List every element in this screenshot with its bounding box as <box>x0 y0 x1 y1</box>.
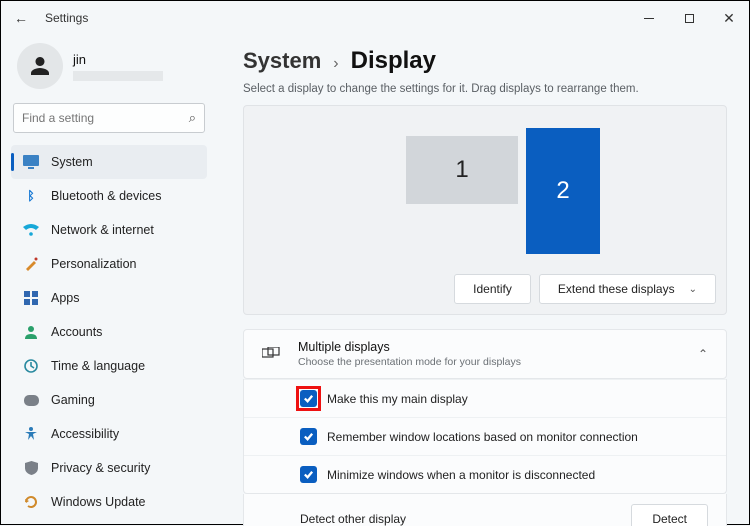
multiple-displays-icon <box>262 347 280 361</box>
search-icon: ⌕ <box>189 110 196 126</box>
breadcrumb: System › Display <box>243 47 727 75</box>
close-button[interactable]: ✕ <box>709 1 749 35</box>
option-label: Remember window locations based on monit… <box>327 430 638 444</box>
helper-text: Select a display to change the settings … <box>243 83 727 95</box>
sidebar-item-personalization[interactable]: Personalization <box>11 247 207 281</box>
option-label: Make this my main display <box>327 392 468 406</box>
monitor-1[interactable]: 1 <box>406 136 518 204</box>
section-title: Multiple displays <box>298 340 521 354</box>
sidebar-item-label: System <box>51 155 93 169</box>
sidebar-item-accounts[interactable]: Accounts <box>11 315 207 349</box>
update-icon <box>23 494 39 510</box>
globe-clock-icon <box>23 358 39 374</box>
sidebar-item-label: Apps <box>51 291 80 305</box>
apps-icon <box>23 290 39 306</box>
sidebar-item-accessibility[interactable]: Accessibility <box>11 417 207 451</box>
person-icon <box>23 324 39 340</box>
user-name: jin <box>73 52 163 67</box>
sidebar-item-label: Accounts <box>51 325 102 339</box>
shield-icon <box>23 460 39 476</box>
window-title: Settings <box>45 11 88 25</box>
identify-button[interactable]: Identify <box>454 274 531 304</box>
user-email-redacted <box>73 71 163 81</box>
content-pane: System › Display Select a display to cha… <box>215 35 749 526</box>
breadcrumb-current: Display <box>351 47 436 75</box>
title-bar: ← Settings ✕ <box>1 1 749 35</box>
option-minimize-disconnect[interactable]: Minimize windows when a monitor is disco… <box>244 455 726 493</box>
sidebar-item-label: Network & internet <box>51 223 154 237</box>
sidebar-item-label: Bluetooth & devices <box>51 189 162 203</box>
wifi-icon <box>23 222 39 238</box>
monitor-2[interactable]: 2 <box>526 128 600 254</box>
sidebar-item-network[interactable]: Network & internet <box>11 213 207 247</box>
search-box[interactable]: ⌕ <box>13 103 205 133</box>
search-input[interactable] <box>22 111 189 125</box>
option-remember-locations[interactable]: Remember window locations based on monit… <box>244 417 726 455</box>
highlight-box <box>296 386 321 411</box>
sidebar-item-label: Privacy & security <box>51 461 150 475</box>
extend-displays-dropdown[interactable]: Extend these displays ⌄ <box>539 274 716 304</box>
user-profile[interactable]: jin <box>11 39 207 103</box>
sidebar-item-label: Windows Update <box>51 495 146 509</box>
sidebar-item-system[interactable]: System <box>11 145 207 179</box>
sidebar-item-apps[interactable]: Apps <box>11 281 207 315</box>
breadcrumb-parent[interactable]: System <box>243 48 321 74</box>
sidebar-item-label: Personalization <box>51 257 136 271</box>
sidebar-item-gaming[interactable]: Gaming <box>11 383 207 417</box>
section-subtitle: Choose the presentation mode for your di… <box>298 356 521 368</box>
sidebar-item-label: Gaming <box>51 393 95 407</box>
system-icon <box>23 154 39 170</box>
back-icon[interactable]: ← <box>13 10 29 26</box>
checkbox-remember[interactable] <box>300 428 317 445</box>
sidebar-item-bluetooth[interactable]: ᛒ Bluetooth & devices <box>11 179 207 213</box>
option-label: Minimize windows when a monitor is disco… <box>327 468 595 482</box>
bluetooth-icon: ᛒ <box>23 188 39 204</box>
chevron-right-icon: › <box>333 55 338 73</box>
display-arrangement[interactable]: 1 2 Identify Extend these displays ⌄ <box>243 105 727 315</box>
accessibility-icon <box>23 426 39 442</box>
detect-other-display-row: Detect other display Detect <box>243 494 727 526</box>
detect-label: Detect other display <box>300 512 406 526</box>
chevron-down-icon: ⌄ <box>689 284 697 295</box>
option-main-display[interactable]: Make this my main display <box>244 379 726 417</box>
brush-icon <box>23 256 39 272</box>
detect-button[interactable]: Detect <box>631 504 708 526</box>
maximize-button[interactable] <box>669 1 709 35</box>
sidebar-item-privacy[interactable]: Privacy & security <box>11 451 207 485</box>
sidebar-item-label: Accessibility <box>51 427 119 441</box>
sidebar-item-time-language[interactable]: Time & language <box>11 349 207 383</box>
sidebar: jin ⌕ System ᛒ Bluetooth & devices Netwo… <box>1 35 215 526</box>
multiple-displays-row[interactable]: Multiple displays Choose the presentatio… <box>243 329 727 379</box>
sidebar-item-label: Time & language <box>51 359 145 373</box>
chevron-up-icon: ⌃ <box>698 347 708 361</box>
avatar <box>17 43 63 89</box>
user-icon <box>28 54 52 78</box>
gaming-icon <box>23 392 39 408</box>
checkbox-minimize[interactable] <box>300 466 317 483</box>
minimize-button[interactable] <box>629 1 669 35</box>
sidebar-item-windows-update[interactable]: Windows Update <box>11 485 207 519</box>
